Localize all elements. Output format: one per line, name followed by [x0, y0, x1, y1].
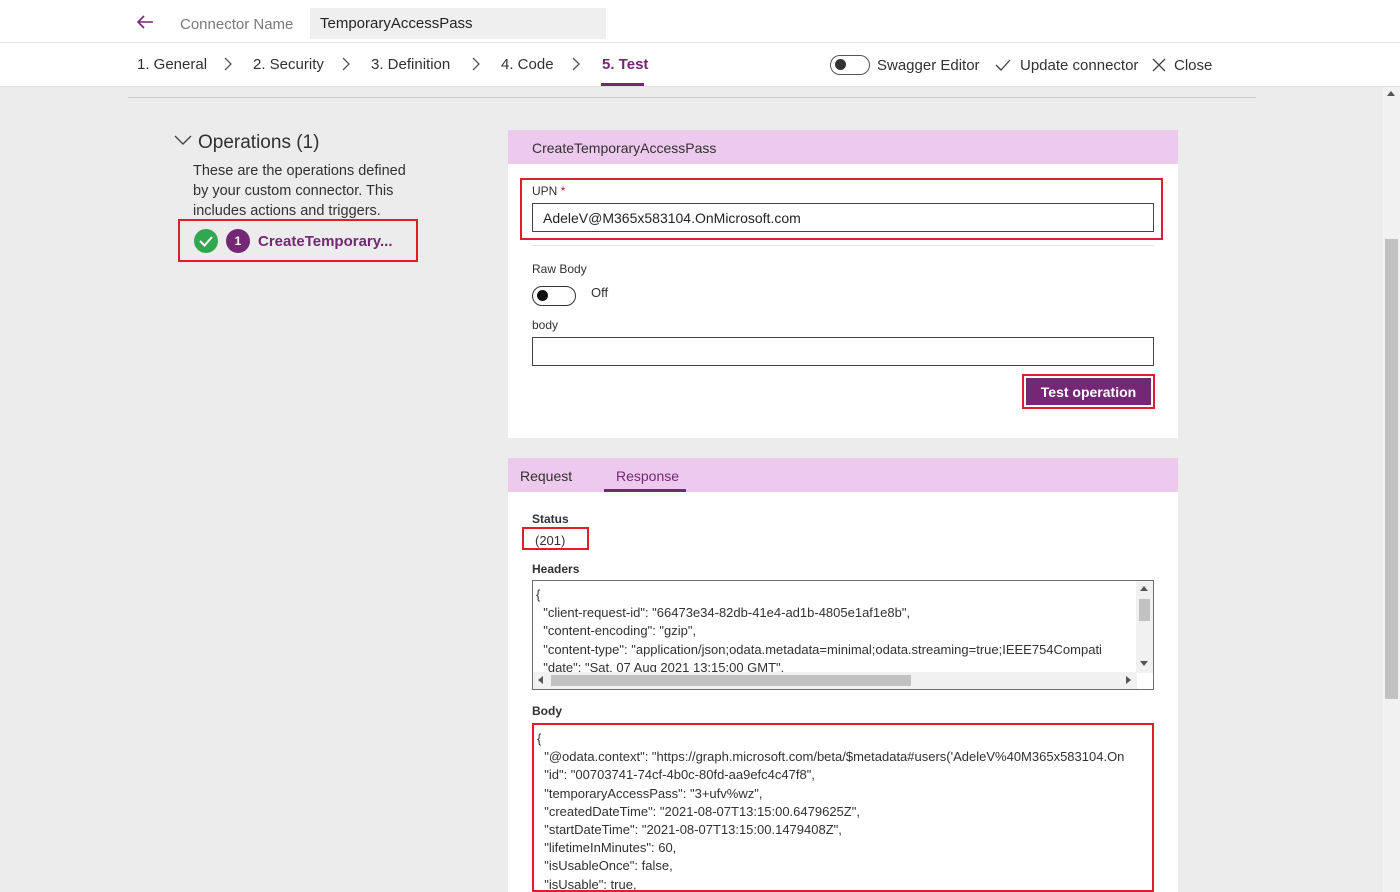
swagger-editor-label[interactable]: Swagger Editor: [877, 57, 980, 74]
operations-title: Operations (1): [198, 132, 320, 153]
chevron-right-icon: [572, 57, 580, 71]
body-input[interactable]: [532, 337, 1154, 366]
body-line: {: [537, 731, 542, 746]
operation-name[interactable]: CreateTemporary...: [258, 233, 393, 250]
body-line: "temporaryAccessPass": "3+ufv%wz",: [537, 785, 763, 801]
operation-item[interactable]: 1 CreateTemporary...: [178, 219, 418, 262]
upn-label: UPN *: [532, 184, 566, 198]
step-code[interactable]: 4. Code: [501, 56, 554, 73]
response-panel: Request Response Status (201) Headers { …: [508, 458, 1178, 892]
body-content-box[interactable]: { "@odata.context": "https://graph.micro…: [532, 723, 1154, 892]
chevron-right-icon: [224, 57, 232, 71]
back-arrow-icon[interactable]: [133, 10, 157, 34]
operations-description: These are the operations defined by your…: [193, 163, 406, 219]
swagger-editor-toggle[interactable]: [830, 55, 870, 75]
status-label: Status: [532, 512, 569, 526]
body-line: "isUsable": true,: [537, 876, 637, 892]
headers-horizontal-scrollbar[interactable]: [533, 672, 1137, 689]
body-line: "isUsableOnce": false,: [537, 858, 673, 874]
update-connector-button[interactable]: Update connector: [1020, 57, 1138, 74]
body-line: "lifetimeInMinutes": 60,: [537, 840, 677, 856]
connector-name-label: Connector Name: [180, 16, 294, 33]
body-line: "startDateTime": "2021-08-07T13:15:00.14…: [537, 822, 842, 838]
chevron-right-icon: [342, 57, 350, 71]
body-label: body: [532, 318, 559, 332]
close-icon[interactable]: [1151, 57, 1167, 73]
step-nav: 1. General 2. Security 3. Definition 4. …: [0, 43, 1400, 87]
operation-title: CreateTemporaryAccessPass: [508, 130, 1178, 164]
close-button[interactable]: Close: [1174, 57, 1212, 74]
body-response-label: Body: [532, 704, 562, 718]
step-test[interactable]: 5. Test: [602, 56, 648, 73]
step-definition[interactable]: 3. Definition: [371, 56, 450, 73]
upn-input[interactable]: [532, 203, 1154, 232]
headers-line: {: [536, 587, 541, 602]
active-tab-indicator: [604, 489, 686, 492]
headers-content-box[interactable]: { "client-request-id": "66473e34-82db-41…: [532, 580, 1154, 690]
collapse-chevron-icon[interactable]: [174, 134, 192, 146]
body-line: "id": "00703741-74cf-4b0c-80fd-aa9efc4c4…: [537, 767, 815, 783]
tab-response[interactable]: Response: [616, 468, 679, 484]
test-operation-button[interactable]: Test operation: [1026, 378, 1151, 405]
content-divider: [128, 97, 1256, 98]
page-scrollbar[interactable]: [1383, 87, 1400, 892]
status-value: (201): [535, 533, 566, 548]
headers-line: "client-request-id": "66473e34-82db-41e4…: [536, 605, 911, 621]
headers-label: Headers: [532, 562, 580, 576]
response-tabs: Request Response: [508, 458, 1178, 492]
step-security[interactable]: 2. Security: [253, 56, 324, 73]
headers-line: "content-encoding": "gzip",: [536, 623, 697, 639]
checkmark-icon[interactable]: [995, 57, 1011, 73]
connector-name-input[interactable]: [310, 8, 606, 39]
body-line: "@odata.context": "https://graph.microso…: [537, 749, 1125, 765]
raw-body-label: Raw Body: [532, 262, 587, 276]
tab-request[interactable]: Request: [520, 468, 572, 484]
test-operation-panel: CreateTemporaryAccessPass UPN * Raw Body…: [508, 130, 1178, 438]
active-step-indicator: [601, 83, 644, 86]
chevron-right-icon: [472, 57, 480, 71]
headers-line: "content-type": "application/json;odata.…: [536, 641, 1102, 657]
raw-body-state: Off: [591, 285, 609, 300]
headers-vertical-scrollbar[interactable]: [1136, 581, 1153, 673]
operation-number-badge: 1: [226, 229, 250, 253]
success-check-icon: [194, 229, 218, 253]
test-button-highlight: Test operation: [1022, 374, 1155, 409]
step-general[interactable]: 1. General: [137, 56, 207, 73]
body-line: "createdDateTime": "2021-08-07T13:15:00.…: [537, 803, 860, 819]
top-bar: Connector Name: [0, 0, 1400, 43]
raw-body-toggle[interactable]: [532, 286, 576, 306]
